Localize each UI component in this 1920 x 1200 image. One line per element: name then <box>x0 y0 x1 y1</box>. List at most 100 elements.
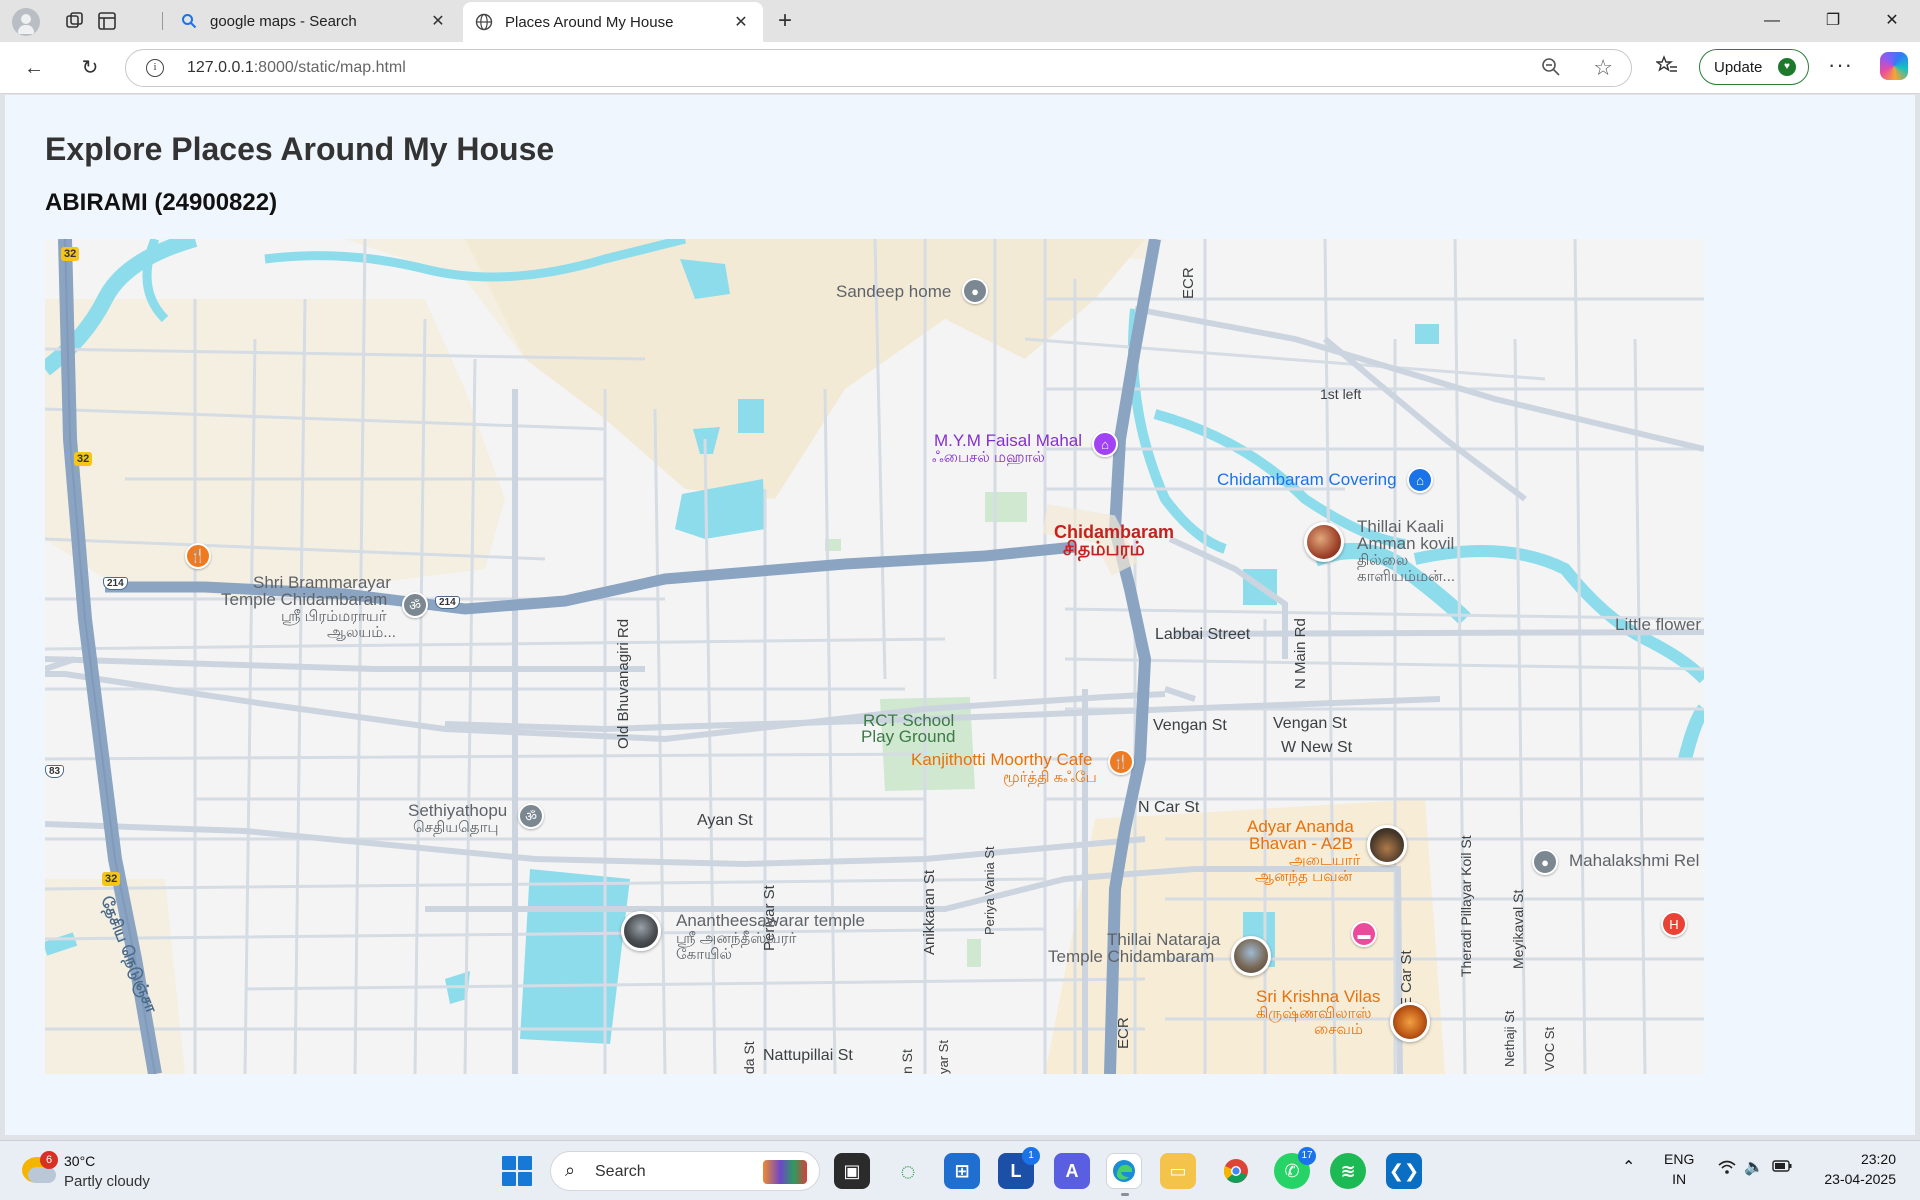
place-label-mahalakshmi[interactable]: Mahalakshmi Rel <box>1569 852 1699 870</box>
spotify-icon[interactable]: ≋ <box>1330 1153 1366 1189</box>
place-label-brammarayar-tamil: ஆலயம்... <box>327 624 396 641</box>
shopping-bag-icon[interactable]: ⌂ <box>1407 467 1433 493</box>
place-label-chidambaram-tamil: சிதம்பரம் <box>1063 539 1145 560</box>
tab-google-search[interactable]: google maps - Search ✕ <box>168 0 460 42</box>
whatsapp-icon[interactable]: ✆ 17 <box>1274 1147 1316 1189</box>
taskbar-search-box[interactable]: ⌕ Search <box>550 1151 820 1191</box>
minimize-icon[interactable]: — <box>1752 8 1792 34</box>
search-highlight-art <box>763 1160 807 1184</box>
place-label-thillai-kaali-tamil: காளியம்மன்... <box>1357 568 1456 585</box>
chevron-up-icon[interactable]: ⌃ <box>1622 1157 1635 1177</box>
route-shield-214: 214 <box>435 596 460 609</box>
windows-start-icon[interactable] <box>502 1156 532 1186</box>
place-photo-sri-krishna-vilas[interactable] <box>1390 1002 1430 1042</box>
place-label-anantheesawarar-tamil: கோயில் <box>676 946 732 963</box>
favorites-icon[interactable] <box>1654 54 1678 82</box>
temple-icon[interactable]: ॐ <box>518 803 544 829</box>
place-photo-adyar-ananda-bhavan[interactable] <box>1367 825 1407 865</box>
url-text[interactable]: 127.0.0.1:8000/static/map.html <box>187 59 406 77</box>
task-view-icon[interactable]: ▣ <box>834 1153 870 1189</box>
file-explorer-icon[interactable]: ▭ <box>1160 1153 1196 1189</box>
l-app-badge: 1 <box>1022 1147 1040 1165</box>
language-indicator[interactable]: ENG IN <box>1664 1151 1694 1187</box>
more-menu-icon[interactable]: ··· <box>1828 52 1853 78</box>
a-app-icon[interactable]: A <box>1054 1153 1090 1189</box>
place-label-sethiyathopu-tamil: செதியதொபு <box>413 819 499 836</box>
battery-icon[interactable] <box>1772 1159 1792 1175</box>
edge-browser-icon[interactable] <box>1106 1153 1142 1196</box>
location-pin-icon[interactable]: ● <box>1532 849 1558 875</box>
close-tab-icon[interactable]: ✕ <box>428 11 448 31</box>
temple-icon[interactable]: ॐ <box>402 592 428 618</box>
road-label-old-bhuvanagiri-rd: Old Bhuvanagiri Rd <box>615 618 632 749</box>
place-label-anantheesawarar-temple[interactable]: Anantheesawarar temple <box>676 912 865 930</box>
location-pin-icon[interactable]: ● <box>962 278 988 304</box>
restaurant-icon[interactable]: 🍴 <box>185 543 211 569</box>
clock-time: 23:20 <box>1860 1151 1896 1167</box>
place-label-sri-krishna-vilas[interactable]: Sri Krishna Vilas <box>1256 988 1380 1006</box>
route-shield-32: 32 <box>74 452 93 466</box>
wifi-icon[interactable] <box>1718 1159 1736 1178</box>
hotel-bed-icon[interactable]: ▬ <box>1351 921 1377 947</box>
road-label-e-car-st: E Car St <box>1398 950 1415 1007</box>
close-tab-icon[interactable]: ✕ <box>731 12 751 32</box>
tab-places-around-my-house[interactable]: Places Around My House ✕ <box>463 2 763 42</box>
place-photo-anantheesawarar-temple[interactable] <box>621 911 661 951</box>
place-label-sandeep-home[interactable]: Sandeep home <box>836 283 951 301</box>
volume-icon[interactable]: 🔈 <box>1744 1157 1764 1177</box>
road-label-theradi-pillayar-koil-st: Theradi Pillayar Koil St <box>1458 835 1474 977</box>
new-tab-button[interactable]: + <box>778 8 792 34</box>
search-icon <box>180 12 198 30</box>
weather-cloud-icon <box>28 1167 56 1183</box>
hospital-icon[interactable]: H <box>1661 911 1687 937</box>
favorite-star-icon[interactable]: ☆ <box>1593 55 1613 81</box>
place-label-sethiyathopu[interactable]: Sethiyathopu <box>408 802 507 820</box>
l-app-icon[interactable]: L1 <box>998 1147 1040 1189</box>
clock-date: 23-04-2025 <box>1824 1171 1896 1187</box>
refresh-app-icon[interactable]: ◌ <box>890 1153 926 1189</box>
place-photo-thillai-nataraja[interactable] <box>1231 936 1271 976</box>
place-label-kanjithotti-cafe[interactable]: Kanjithotti Moorthy Cafe <box>911 751 1092 769</box>
address-bar[interactable]: i 127.0.0.1:8000/static/map.html ☆ <box>125 49 1632 87</box>
place-photo-thillai-kaali[interactable] <box>1304 522 1344 562</box>
place-label-little-flower[interactable]: Little flower <box>1615 616 1701 634</box>
restore-icon[interactable]: ❐ <box>1813 8 1853 34</box>
place-label-faisal-mahal[interactable]: M.Y.M Faisal Mahal <box>934 432 1082 450</box>
road-label-periya-vania-st: Periya Vania St <box>982 846 997 935</box>
copilot-icon[interactable] <box>1880 52 1908 80</box>
road-label-partial: n St <box>899 1049 915 1074</box>
road-label-partial: da St <box>741 1041 757 1074</box>
workspaces-icon[interactable] <box>64 10 86 32</box>
shopping-bag-icon[interactable]: ⌂ <box>1092 431 1118 457</box>
place-label-adyar-ananda-bhavan: Bhavan - A2B <box>1249 834 1353 853</box>
chrome-icon[interactable] <box>1218 1153 1254 1189</box>
place-label-thillai-kaali: Amman kovil <box>1357 534 1455 553</box>
back-arrow-icon[interactable]: ← <box>20 54 48 82</box>
update-heart-icon: ♥ <box>1778 58 1796 76</box>
vertical-tabs-icon[interactable] <box>96 10 118 32</box>
place-label-chidambaram-covering[interactable]: Chidambaram Covering <box>1217 471 1397 489</box>
road-label-1st-left: 1st left <box>1320 386 1362 402</box>
road-label-labbai-street: Labbai Street <box>1155 626 1251 643</box>
restaurant-icon[interactable]: 🍴 <box>1108 749 1134 775</box>
vscode-icon[interactable]: ❮❯ <box>1386 1153 1422 1189</box>
microsoft-store-icon[interactable]: ⊞ <box>944 1153 980 1189</box>
route-shield-214: 214 <box>103 577 128 590</box>
refresh-icon[interactable]: ↻ <box>76 54 104 82</box>
place-label-rct-school: Play Ground <box>861 727 956 746</box>
site-info-icon[interactable]: i <box>146 59 164 77</box>
road-label-ayan-st: Ayan St <box>697 812 753 829</box>
tab-separator <box>162 12 163 30</box>
map-view[interactable]: 32 32 32 214 214 83 ECR ECR 1st left Lab… <box>45 239 1704 1074</box>
zoom-out-icon[interactable] <box>1541 57 1561 82</box>
update-button[interactable]: Update ♥ <box>1699 49 1809 85</box>
profile-avatar[interactable] <box>12 8 40 36</box>
update-label: Update <box>1714 58 1763 76</box>
tab-title: Places Around My House <box>505 13 674 31</box>
clock[interactable]: 23:20 23-04-2025 <box>1820 1151 1896 1187</box>
close-window-icon[interactable]: ✕ <box>1872 8 1912 34</box>
page-body: Explore Places Around My House ABIRAMI (… <box>5 95 1915 1135</box>
browser-tab-strip: google maps - Search ✕ Places Around My … <box>0 0 1920 42</box>
place-label-krishna-vilas-tamil: சைவம் <box>1314 1021 1363 1038</box>
search-icon: ⌕ <box>565 1160 576 1180</box>
